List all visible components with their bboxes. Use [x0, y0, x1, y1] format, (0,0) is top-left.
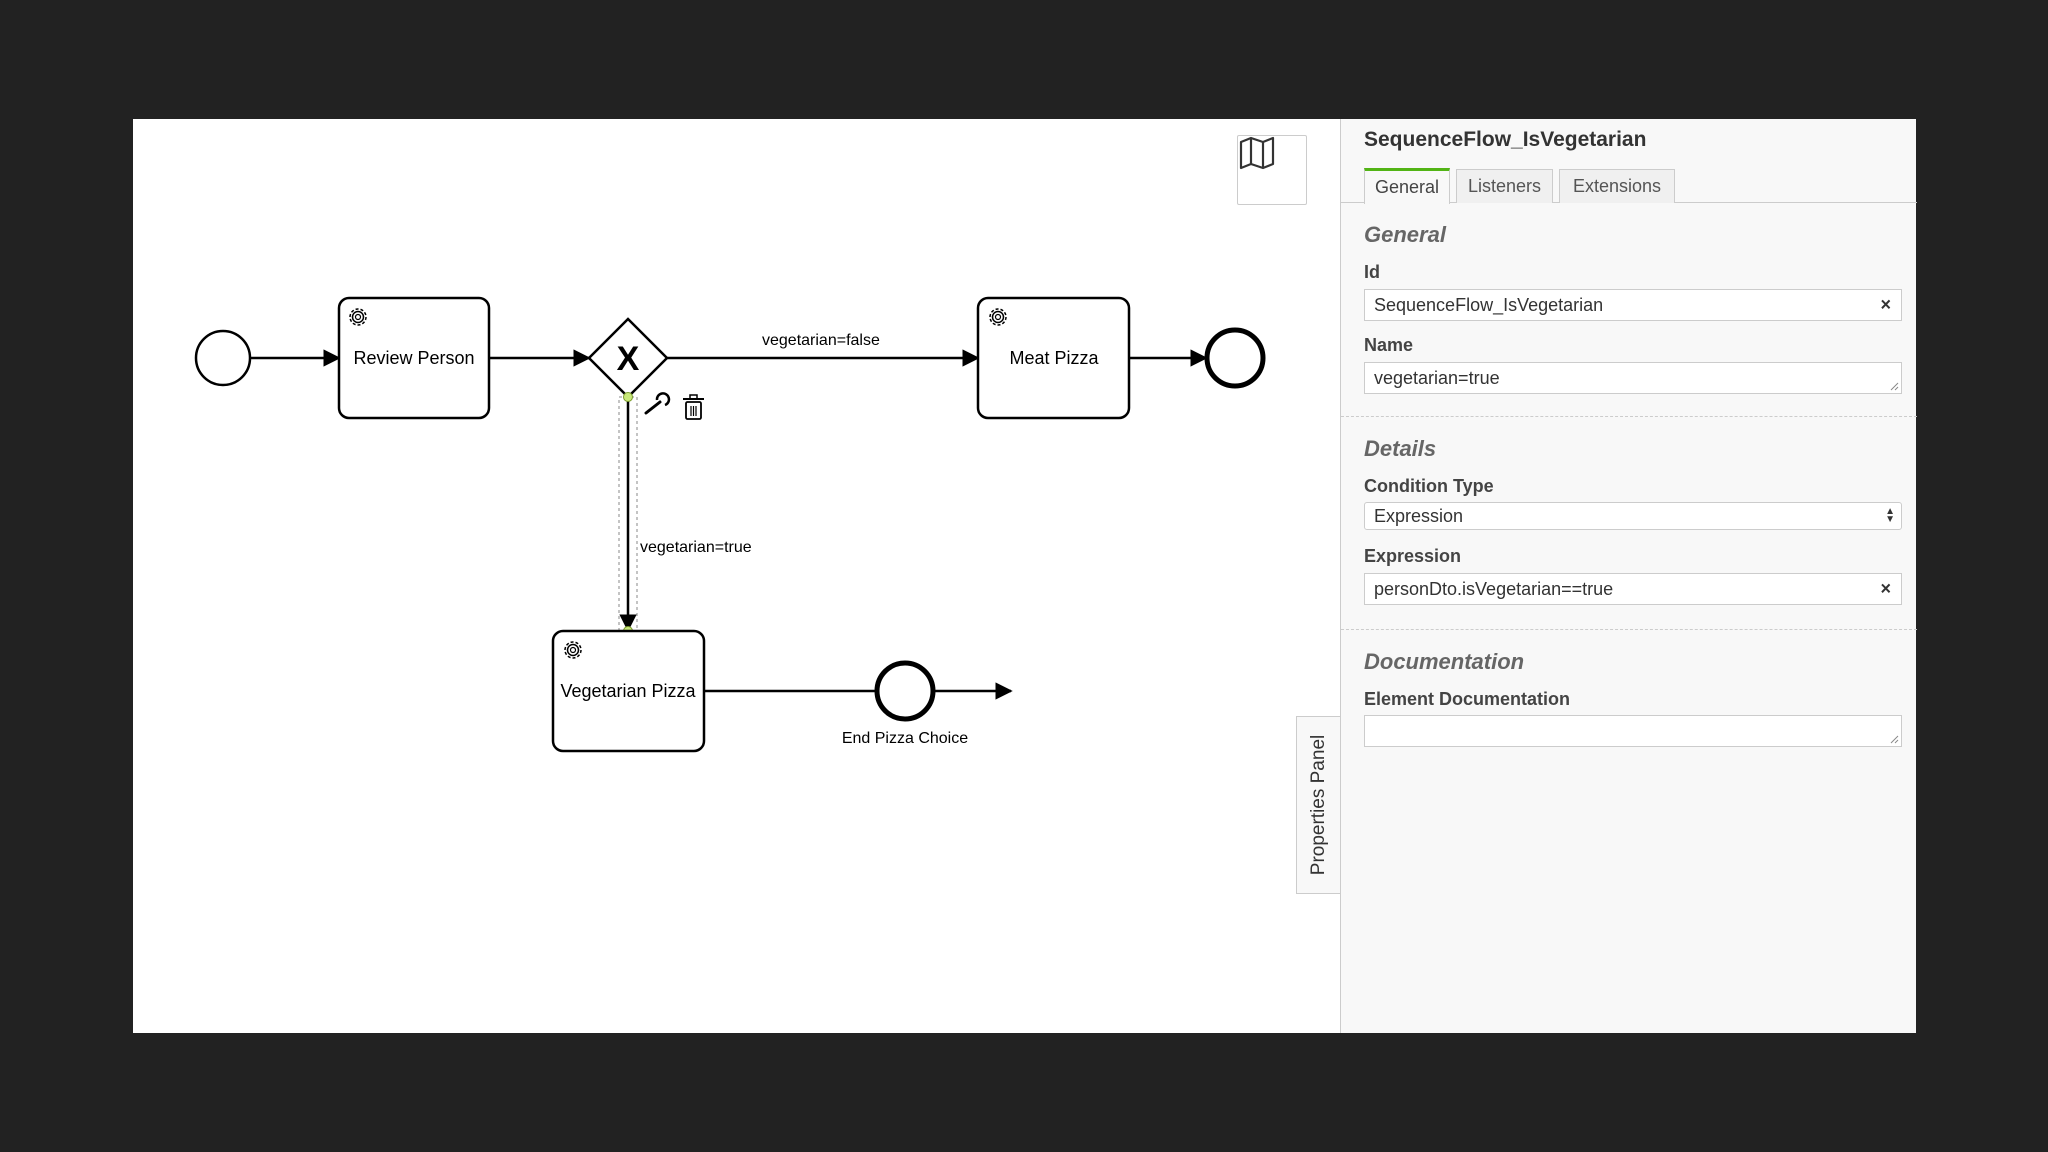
name-textarea-value: vegetarian=true: [1374, 367, 1500, 388]
flow-vegetarian-true-label: vegetarian=true: [640, 539, 752, 556]
resize-handle-icon[interactable]: [1890, 382, 1899, 391]
properties-panel-title: SequenceFlow_IsVegetarian: [1364, 128, 1647, 151]
map-icon: [1239, 136, 1275, 170]
expression-input[interactable]: personDto.isVegetarian==true ×: [1364, 573, 1902, 605]
diagram-canvas[interactable]: Review Person X vegetarian=false Meat Pi…: [133, 119, 1340, 1033]
diagram-svg: Review Person X vegetarian=false Meat Pi…: [194, 296, 1266, 753]
gateway-x-icon: X: [617, 340, 640, 378]
flow-vegetarian-false-label: vegetarian=false: [762, 332, 880, 349]
wrench-icon[interactable]: [644, 392, 671, 415]
select-arrows-icon: ▲ ▼: [1885, 506, 1895, 525]
id-clear-icon[interactable]: ×: [1880, 295, 1891, 316]
id-label: Id: [1364, 262, 1380, 282]
tab-general[interactable]: General: [1364, 168, 1450, 204]
task-review-person[interactable]: Review Person: [337, 296, 491, 420]
element-documentation-textarea[interactable]: [1364, 715, 1902, 747]
end-event[interactable]: [1204, 327, 1266, 389]
task-vegetarian-pizza-label: Vegetarian Pizza: [560, 681, 696, 701]
name-label: Name: [1364, 335, 1414, 355]
properties-panel-toggle-label: Properties Panel: [1307, 734, 1329, 876]
id-input-value: SequenceFlow_IsVegetarian: [1374, 294, 1604, 315]
flow-vegetarian-true[interactable]: [618, 392, 638, 636]
properties-panel-toggle[interactable]: Properties Panel: [1296, 716, 1340, 894]
section-general-heading: General: [1364, 222, 1446, 247]
start-event[interactable]: [194, 329, 252, 387]
task-meat-pizza-label: Meat Pizza: [1009, 348, 1099, 368]
element-documentation-label: Element Documentation: [1364, 689, 1571, 709]
name-textarea[interactable]: vegetarian=true: [1364, 362, 1902, 394]
end-event-pizza-choice-label: End Pizza Choice: [842, 730, 968, 747]
id-input[interactable]: SequenceFlow_IsVegetarian ×: [1364, 289, 1902, 321]
minimap-toggle-button[interactable]: [1237, 135, 1307, 205]
trash-icon[interactable]: [683, 394, 704, 420]
task-review-person-label: Review Person: [353, 348, 474, 368]
expression-input-value: personDto.isVegetarian==true: [1374, 578, 1614, 599]
section-divider: [1341, 416, 1917, 417]
task-vegetarian-pizza[interactable]: Vegetarian Pizza: [551, 629, 706, 753]
expression-label: Expression: [1364, 546, 1462, 566]
resize-handle-icon[interactable]: [1890, 735, 1899, 744]
condition-type-select[interactable]: Expression ▲ ▼: [1364, 502, 1902, 530]
flow-bendpoint-start[interactable]: [623, 392, 633, 402]
properties-panel: SequenceFlow_IsVegetarian General Listen…: [1340, 119, 1917, 1033]
task-meat-pizza[interactable]: Meat Pizza: [976, 296, 1131, 420]
end-event-pizza-choice[interactable]: [874, 660, 936, 722]
properties-tabs: General Listeners Extensions: [1341, 167, 1917, 204]
tab-listeners[interactable]: Listeners: [1456, 169, 1553, 203]
tab-extensions[interactable]: Extensions: [1559, 169, 1675, 203]
bpmn-modeler-window: Review Person X vegetarian=false Meat Pi…: [133, 119, 1917, 1033]
exclusive-gateway[interactable]: X: [587, 317, 669, 399]
condition-type-label: Condition Type: [1364, 476, 1494, 496]
expression-clear-icon[interactable]: ×: [1880, 579, 1891, 600]
section-documentation-heading: Documentation: [1364, 649, 1525, 674]
section-divider: [1341, 629, 1917, 630]
section-details-heading: Details: [1364, 436, 1437, 461]
condition-type-value: Expression: [1374, 505, 1464, 526]
